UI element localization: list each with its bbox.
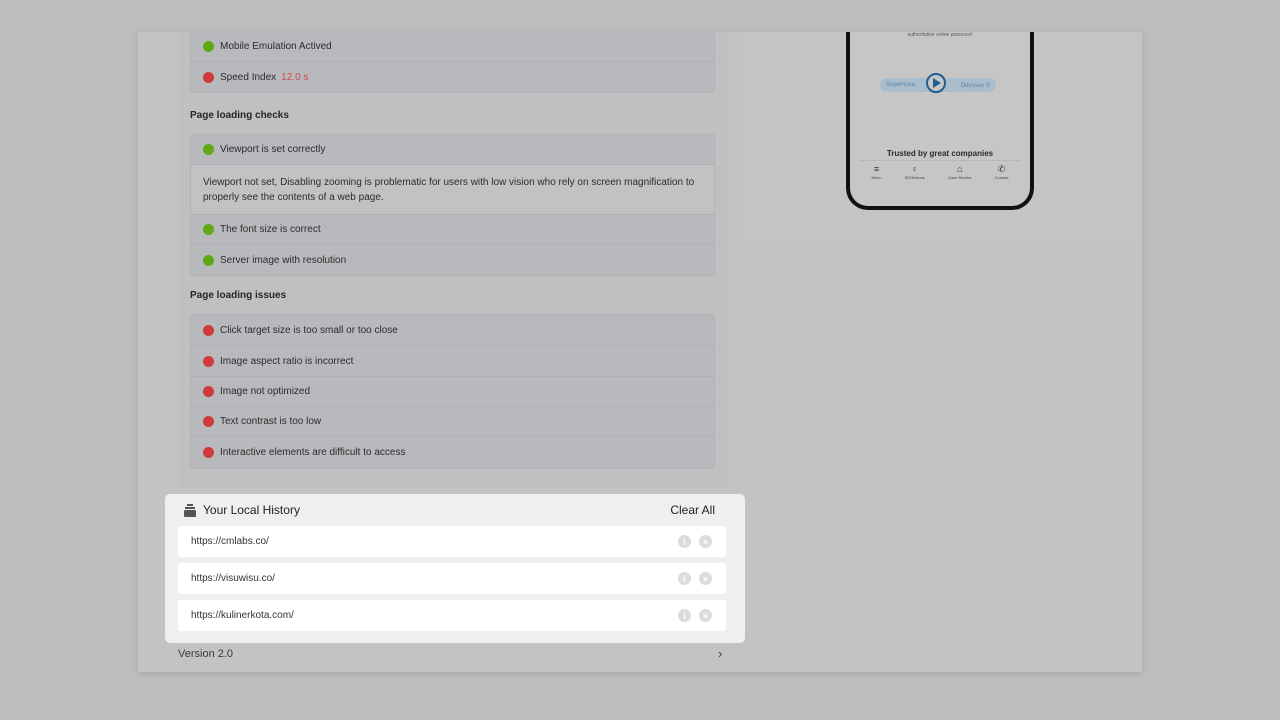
info-icon[interactable]: i <box>678 535 691 548</box>
issue-label: Image aspect ratio is incorrect <box>220 355 354 367</box>
nav-item-case-studies: ⌂ Case Studies <box>947 164 972 180</box>
issue-label: Click target size is too small or too cl… <box>220 324 398 336</box>
loading-checks-group: Viewport is set correctly Viewport not s… <box>190 134 715 276</box>
viewport-description: Viewport not set, Disabling zooming is p… <box>191 165 714 215</box>
check-row-font-size[interactable]: The font size is correct <box>191 215 714 245</box>
nav-item-seolutions: ♀ SEOlutions <box>904 164 925 180</box>
local-history-card: Your Local History Clear All https://cml… <box>165 494 745 643</box>
history-row[interactable]: https://visuwisu.co/ i × <box>178 563 726 594</box>
history-url[interactable]: https://visuwisu.co/ <box>191 573 275 584</box>
issue-label: Text contrast is too low <box>220 416 322 427</box>
status-fail-icon <box>203 71 214 83</box>
status-fail-icon <box>203 447 214 458</box>
nav-item-contact: ✆ Contact <box>994 164 1009 180</box>
bulb-icon: ♀ <box>911 164 919 174</box>
search-left-text: Supernova <box>886 82 916 88</box>
status-ok-icon <box>203 254 214 266</box>
history-row[interactable]: https://kulinerkota.com/ i × <box>178 600 726 631</box>
issue-label: Image not optimized <box>220 386 311 397</box>
check-row-mobile-emulation: Mobile Emulation Actived <box>191 32 714 62</box>
archive-icon <box>184 504 196 517</box>
chart-icon: ⌂ <box>956 164 963 174</box>
history-url[interactable]: https://cmlabs.co/ <box>191 536 269 547</box>
status-fail-icon <box>203 355 214 367</box>
close-icon[interactable]: × <box>699 572 712 585</box>
history-title: Your Local History <box>203 503 300 517</box>
search-right-text: Odyssey ⚲ <box>960 82 990 89</box>
issue-label: Interactive elements are difficult to ac… <box>220 447 406 458</box>
phone-tagline: authoritative online presence! <box>907 32 973 38</box>
chat-icon: ✆ <box>997 164 1006 174</box>
check-row-server-image[interactable]: Server image with resolution <box>191 245 714 275</box>
loading-issues-group: Click target size is too small or too cl… <box>190 314 715 469</box>
app-window: Mobile Emulation Actived Speed Index 12.… <box>138 32 1142 672</box>
phone-bottom-nav: ≡ Menu ♀ SEOlutions ⌂ Case Studies ✆ Con… <box>860 160 1020 187</box>
check-label: Server image with resolution <box>220 254 347 266</box>
close-icon[interactable]: × <box>699 609 712 622</box>
issue-row-image-optimized[interactable]: Image not optimized <box>191 377 714 407</box>
status-fail-icon <box>203 386 214 397</box>
phone-frame: authoritative online presence! Supernova… <box>846 32 1034 210</box>
results-panel: Mobile Emulation Actived Speed Index 12.… <box>178 32 728 488</box>
speed-index-value: 12.0 s <box>281 71 309 83</box>
phone-trusted-heading: Trusted by great companies <box>886 149 994 158</box>
issue-row-interactive-elements[interactable]: Interactive elements are difficult to ac… <box>191 437 714 468</box>
history-row[interactable]: https://cmlabs.co/ i × <box>178 526 726 557</box>
nav-item-menu: ≡ Menu <box>871 164 882 180</box>
version-label: Version 2.0 <box>178 648 234 660</box>
check-row-viewport[interactable]: Viewport is set correctly <box>191 135 714 165</box>
issue-row-text-contrast[interactable]: Text contrast is too low <box>191 407 714 437</box>
issue-row-click-target[interactable]: Click target size is too small or too cl… <box>191 315 714 346</box>
issue-row-aspect-ratio[interactable]: Image aspect ratio is incorrect <box>191 346 714 377</box>
status-ok-icon <box>203 41 214 52</box>
status-ok-icon <box>203 144 214 155</box>
search-icon: ⚲ <box>985 82 990 89</box>
emulation-group: Mobile Emulation Actived Speed Index 12.… <box>190 32 715 93</box>
page-loading-issues-title: Page loading issues <box>190 290 287 301</box>
page-loading-checks-title: Page loading checks <box>190 110 289 121</box>
status-ok-icon <box>203 224 214 235</box>
info-icon[interactable]: i <box>678 572 691 585</box>
clear-all-button[interactable]: Clear All <box>670 503 715 517</box>
history-url[interactable]: https://kulinerkota.com/ <box>191 610 294 621</box>
check-label: Viewport is set correctly <box>220 144 326 155</box>
check-label: Mobile Emulation Actived <box>220 41 332 52</box>
play-icon <box>926 73 946 93</box>
check-label: Speed Index <box>220 71 277 83</box>
menu-icon: ≡ <box>873 164 880 174</box>
close-icon[interactable]: × <box>699 535 712 548</box>
mobile-preview-panel: authoritative online presence! Supernova… <box>746 32 1133 242</box>
info-icon[interactable]: i <box>678 609 691 622</box>
check-row-speed-index: Speed Index 12.0 s <box>191 62 714 92</box>
check-label: The font size is correct <box>220 224 321 235</box>
status-fail-icon <box>203 416 214 427</box>
chevron-right-icon[interactable]: › <box>718 646 722 661</box>
status-fail-icon <box>203 324 214 336</box>
